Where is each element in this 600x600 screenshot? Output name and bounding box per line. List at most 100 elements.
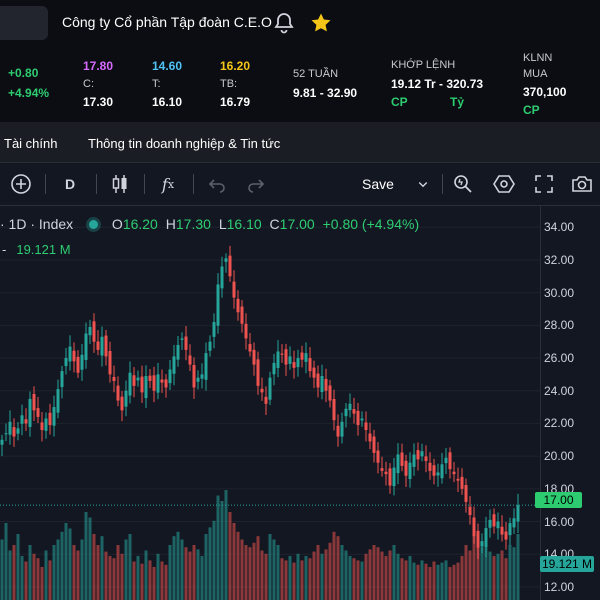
add-circle-icon[interactable] (9, 172, 33, 196)
candle-body (28, 398, 32, 427)
candle-body (8, 421, 12, 435)
price-tick-label: 16.00 (544, 514, 575, 529)
volume-bar (264, 553, 268, 600)
candle-body (312, 367, 316, 378)
volume-bar (24, 561, 28, 600)
candle-body (128, 372, 132, 396)
candle-body (172, 356, 176, 374)
chevron-down-icon[interactable] (414, 172, 432, 196)
candle-body (44, 418, 48, 431)
volume-bar (248, 547, 252, 600)
volume-bar (52, 545, 56, 600)
volume-bar (364, 553, 368, 600)
volume-bar (140, 563, 144, 600)
price-tick-label: 12.00 (544, 579, 575, 594)
volume-bar (412, 562, 416, 600)
price-tick-label: 24.00 (544, 383, 575, 398)
volume-bar (12, 545, 16, 600)
candle-body (396, 454, 400, 474)
volume-bar (492, 556, 496, 600)
volume-bar (204, 534, 208, 600)
volume-bar (416, 564, 420, 600)
candles-icon[interactable] (108, 172, 132, 196)
bell-icon[interactable] (272, 11, 296, 35)
price-chart[interactable] (0, 206, 600, 600)
volume-bar (320, 553, 324, 600)
price-tick-label: 28.00 (544, 318, 575, 333)
chart-toolbar: D fx Save (0, 163, 600, 206)
interval-button[interactable]: D (58, 172, 82, 196)
candle-body (256, 359, 260, 386)
camera-icon[interactable] (570, 172, 594, 196)
volume-bar (212, 520, 216, 600)
volume-bar (272, 539, 276, 600)
settings-hexagon-icon[interactable] (492, 172, 516, 196)
chart-legend: · 1D · Index O16.20 H17.30 L16.10 C17.00… (0, 216, 420, 232)
volume-bar (308, 558, 312, 600)
volume-bar (500, 550, 504, 600)
candle-body (480, 541, 484, 547)
candle-body (204, 353, 208, 380)
candle-body (344, 408, 348, 417)
fx-icon[interactable]: fx (156, 172, 180, 196)
tab-company-info-news[interactable]: Thông tin doanh nghiệp & Tin tức (88, 136, 280, 151)
volume-bar (128, 534, 132, 600)
last-price-tag: 17.00 (535, 492, 582, 508)
fullscreen-icon[interactable] (532, 172, 556, 196)
volume-bar (304, 556, 308, 600)
candle-body (152, 375, 156, 391)
candle-body (476, 530, 480, 548)
volume-bar (448, 567, 452, 600)
foreign-buy-value: 370,100 (523, 85, 567, 99)
volume-bar (216, 495, 220, 600)
volume-bar (268, 534, 272, 600)
candle-body (16, 428, 20, 434)
candle-body (404, 460, 408, 476)
candle-body (108, 351, 112, 375)
candle-body (360, 418, 364, 421)
price-tick-label: 26.00 (544, 351, 575, 366)
candle-body (300, 352, 304, 360)
candle-body (380, 468, 384, 471)
redo-icon[interactable] (244, 172, 268, 196)
candle-body (496, 521, 500, 529)
candle-body (148, 375, 152, 381)
volume-bar (160, 561, 164, 600)
candle-body (324, 378, 328, 391)
undo-icon[interactable] (205, 172, 229, 196)
volume-bar (228, 512, 232, 600)
candle-body (20, 415, 24, 424)
volume-bar (184, 547, 188, 600)
save-button[interactable]: Save (360, 172, 396, 196)
foreign-label: KLNN (523, 52, 553, 64)
candle-body (40, 422, 44, 430)
floor-price: 14.60 (152, 59, 183, 73)
star-icon[interactable] (309, 11, 333, 35)
candle-body (408, 462, 412, 480)
candle-body (232, 281, 236, 298)
quote-strip: +0.80 +4.94% 17.80 C: 17.30 14.60 T: 16.… (0, 46, 600, 122)
candle-body (356, 410, 360, 426)
legend-change: +0.80 (+4.94%) (322, 216, 420, 232)
volume-bar (8, 550, 12, 600)
tab-financials[interactable]: Tài chính (4, 136, 57, 151)
volume-bar (152, 567, 156, 600)
volume-bar (504, 558, 508, 600)
legend-low: 16.10 (226, 216, 262, 232)
volume-bar (144, 550, 148, 600)
candle-body (160, 379, 164, 383)
candle-body (316, 373, 320, 388)
volume-bar (148, 560, 152, 600)
company-name: Công ty Cổ phần Tập đoàn C.E.O (62, 14, 272, 30)
candle-body (456, 478, 460, 481)
volume-bar (332, 531, 336, 600)
legend-open: 16.20 (122, 216, 158, 232)
volume-bar (200, 556, 204, 600)
candle-body (168, 369, 172, 384)
volume-bar (236, 531, 240, 600)
volume-bar (456, 562, 460, 600)
reference-label: TB: (220, 78, 238, 90)
quick-search-icon[interactable] (451, 172, 475, 196)
search-box[interactable] (0, 6, 48, 40)
volume-bar (156, 553, 160, 600)
